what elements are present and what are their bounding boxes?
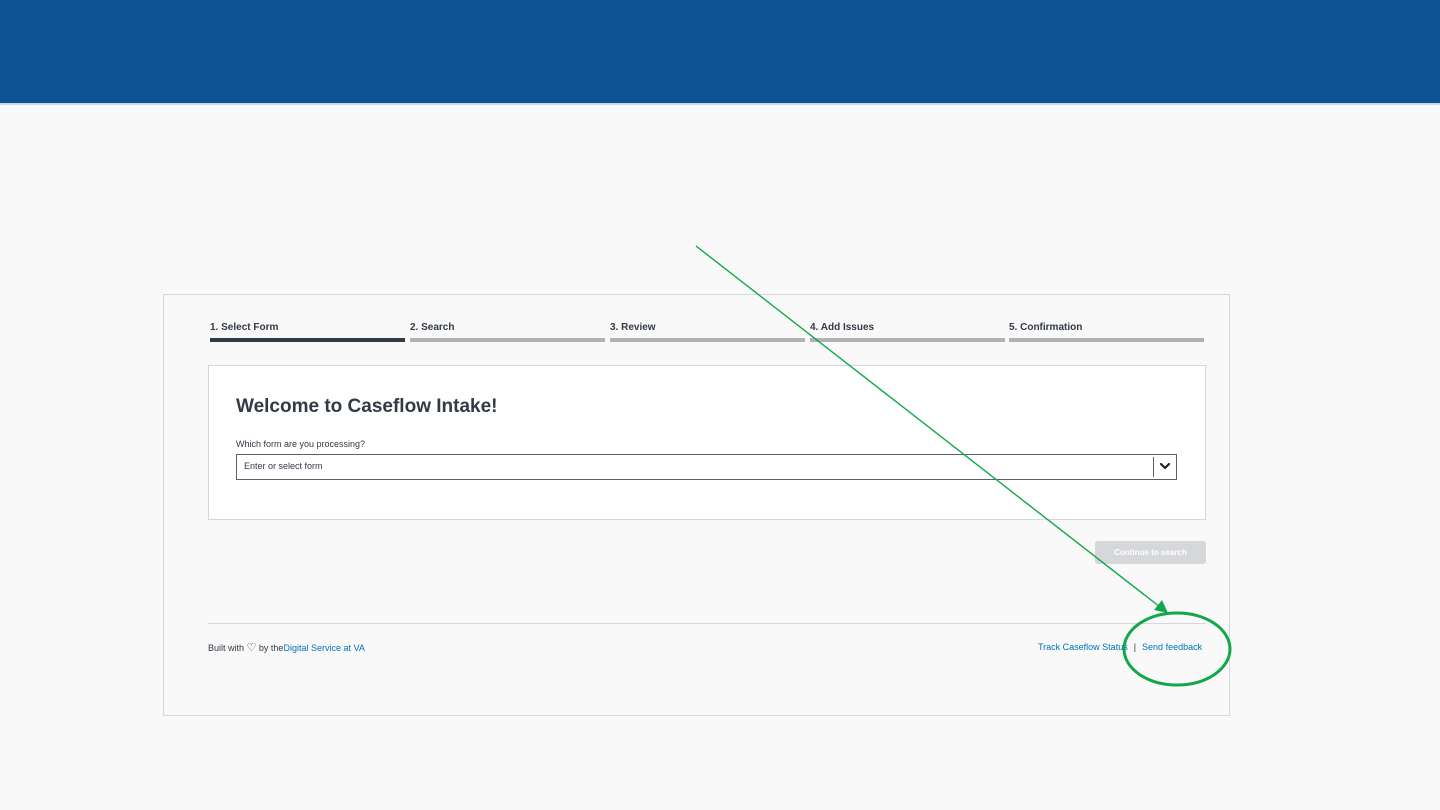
track-caseflow-status-link[interactable]: Track Caseflow Status xyxy=(1038,642,1128,652)
continue-to-search-button[interactable]: Continue to search xyxy=(1095,541,1206,564)
select-divider xyxy=(1153,457,1154,477)
step-bar xyxy=(610,338,805,342)
step-add-issues: 4. Add Issues xyxy=(810,322,1005,344)
step-search: 2. Search xyxy=(410,322,605,344)
form-select[interactable]: Enter or select form xyxy=(236,454,1177,480)
progress-steps: 1. Select Form 2. Search 3. Review 4. Ad… xyxy=(210,322,1205,344)
top-banner xyxy=(0,0,1440,105)
form-select-placeholder: Enter or select form xyxy=(244,461,323,471)
page-title: Welcome to Caseflow Intake! xyxy=(236,396,498,417)
by-the-text: by the xyxy=(258,643,284,653)
step-bar xyxy=(210,338,405,342)
chevron-down-icon[interactable] xyxy=(1159,460,1171,472)
built-with-text: Built with xyxy=(208,643,245,653)
step-label: 3. Review xyxy=(610,322,656,333)
caseflow-intake-screenshot: 1. Select Form 2. Search 3. Review 4. Ad… xyxy=(163,294,1230,716)
step-review: 3. Review xyxy=(610,322,805,344)
footer-divider xyxy=(208,623,1206,624)
form-select-label: Which form are you processing? xyxy=(236,439,366,449)
step-bar xyxy=(410,338,605,342)
step-label: 4. Add Issues xyxy=(810,322,875,333)
digital-service-link[interactable]: Digital Service at VA xyxy=(283,643,364,653)
step-confirmation: 5. Confirmation xyxy=(1009,322,1204,344)
step-label: 1. Select Form xyxy=(210,322,279,333)
step-label: 5. Confirmation xyxy=(1009,322,1083,333)
footer-links: Track Caseflow Status | Send feedback xyxy=(1038,642,1202,652)
send-feedback-link[interactable]: Send feedback xyxy=(1142,642,1202,652)
footer-separator: | xyxy=(1133,642,1137,652)
step-bar xyxy=(1009,338,1204,342)
step-bar xyxy=(810,338,1005,342)
select-form-card: Welcome to Caseflow Intake! Which form a… xyxy=(208,365,1206,520)
footer-credit: Built with ♡ by theDigital Service at VA xyxy=(208,642,365,654)
heart-icon: ♡ xyxy=(246,642,257,654)
step-label: 2. Search xyxy=(410,322,455,333)
step-select-form: 1. Select Form xyxy=(210,322,405,344)
